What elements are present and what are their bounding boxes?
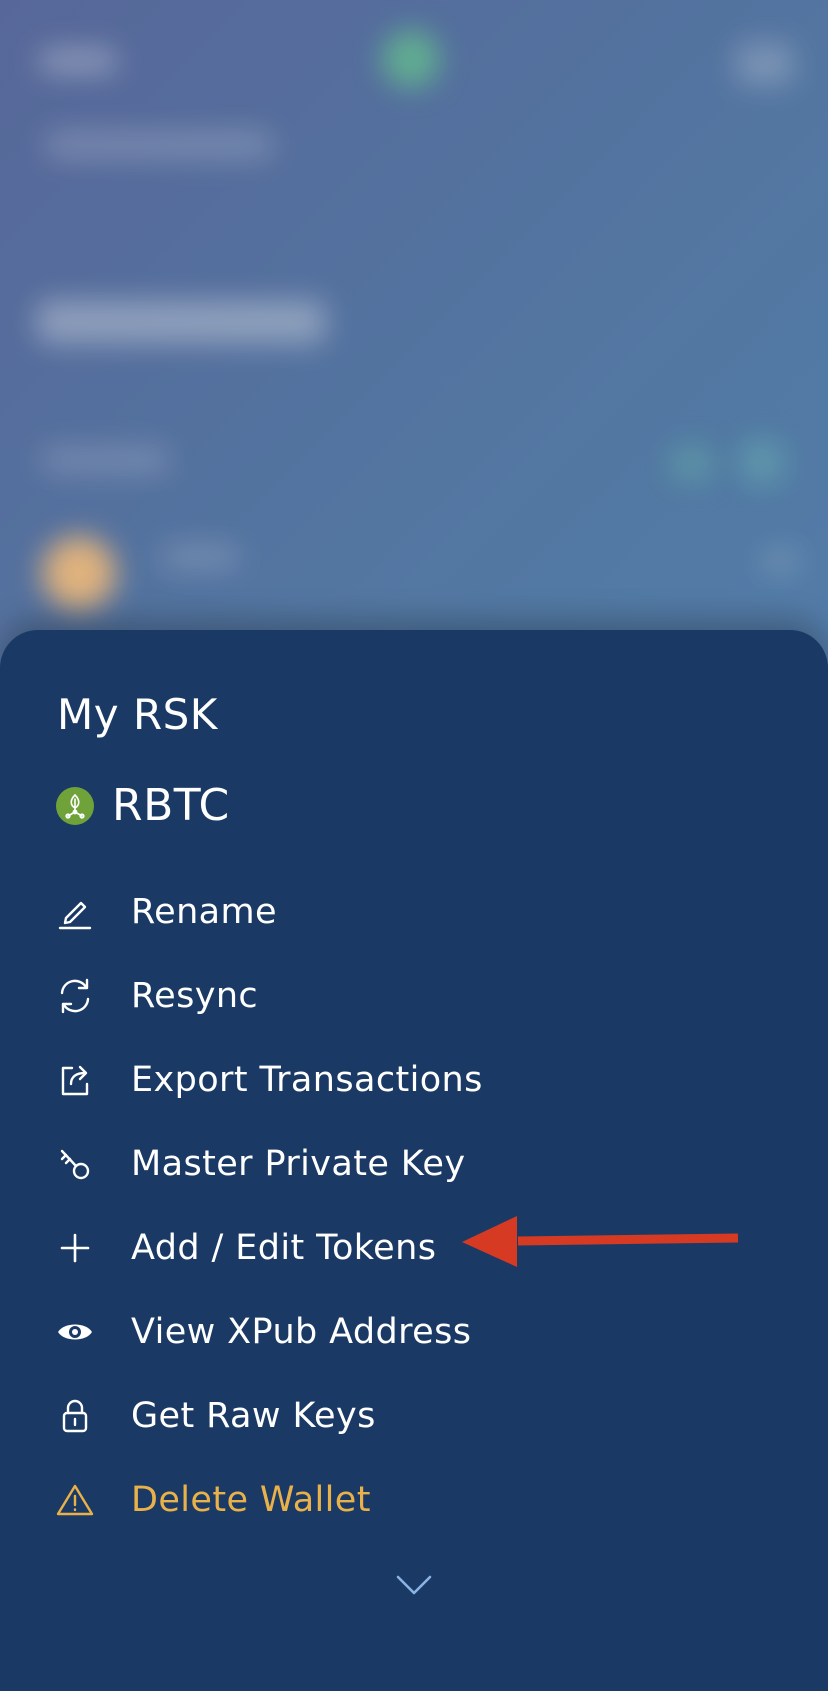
wallet-options-menu: Rename Resync Export Transactions Master… <box>0 870 828 1542</box>
plus-icon <box>56 1229 94 1267</box>
menu-item-label: Resync <box>131 976 259 1016</box>
annotation-arrow-icon <box>462 1216 739 1267</box>
lock-icon <box>56 1397 94 1435</box>
key-icon <box>56 1145 94 1183</box>
menu-item-label: Rename <box>131 892 277 932</box>
menu-item-export-transactions[interactable]: Export Transactions <box>0 1038 828 1122</box>
menu-item-label: Delete Wallet <box>131 1480 371 1520</box>
chevron-down-icon[interactable] <box>394 1570 434 1600</box>
menu-item-view-xpub-address[interactable]: View XPub Address <box>0 1290 828 1374</box>
menu-item-label: Export Transactions <box>131 1060 483 1100</box>
pencil-icon <box>56 893 94 931</box>
coin-name: RBTC <box>112 780 230 831</box>
menu-item-resync[interactable]: Resync <box>0 954 828 1038</box>
menu-item-label: Master Private Key <box>131 1144 466 1184</box>
refresh-icon <box>56 977 94 1015</box>
menu-item-label: Get Raw Keys <box>131 1396 376 1436</box>
wallet-name: My RSK <box>57 690 218 739</box>
menu-item-get-raw-keys[interactable]: Get Raw Keys <box>0 1374 828 1458</box>
menu-item-master-private-key[interactable]: Master Private Key <box>0 1122 828 1206</box>
wallet-options-sheet: My RSK RBTC Rename Resync Export Transac… <box>0 630 828 1691</box>
export-icon <box>56 1061 94 1099</box>
coin-row: RBTC <box>56 780 230 831</box>
eye-icon <box>56 1313 94 1351</box>
menu-item-label: View XPub Address <box>131 1312 472 1352</box>
rsk-logo-icon <box>56 786 94 825</box>
menu-item-label: Add / Edit Tokens <box>131 1228 437 1268</box>
menu-item-rename[interactable]: Rename <box>0 870 828 954</box>
menu-item-delete-wallet[interactable]: Delete Wallet <box>0 1458 828 1542</box>
warning-icon <box>56 1481 94 1519</box>
